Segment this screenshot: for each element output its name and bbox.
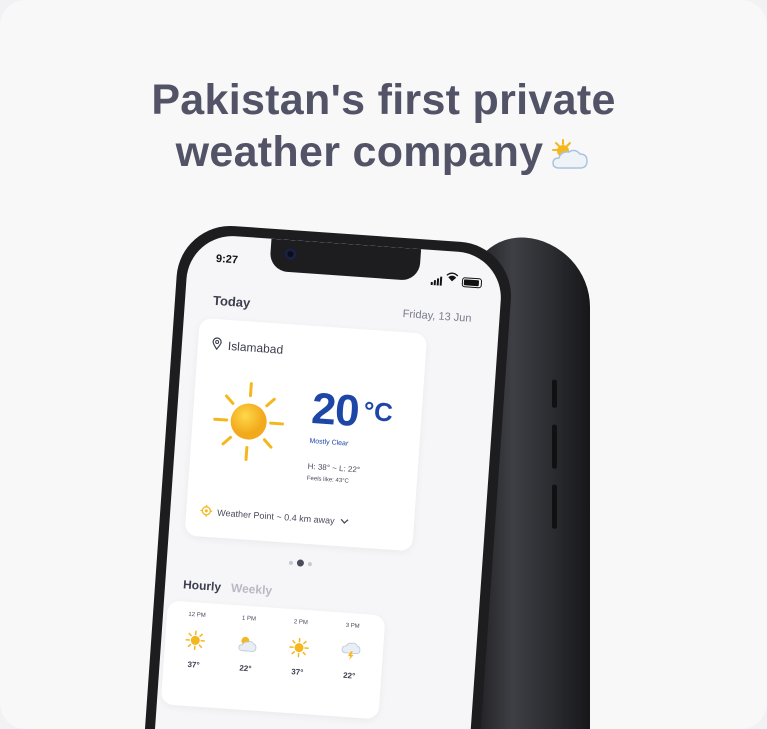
storm-icon bbox=[340, 641, 361, 662]
volume-up-button bbox=[552, 424, 557, 469]
wifi-icon bbox=[446, 268, 459, 287]
headline-line-2-wrap: weather company bbox=[0, 126, 767, 184]
hour-temp: 22° bbox=[239, 663, 252, 674]
headline-line-2: weather company bbox=[175, 128, 544, 176]
status-icons bbox=[430, 267, 483, 289]
hour-time: 12 PM bbox=[188, 611, 206, 620]
chevron-down-icon bbox=[339, 516, 349, 527]
hourly-forecast-card: 12 PM 37° 1 PM 22° 2 PM 37° 3 PM 22° bbox=[160, 600, 386, 720]
today-label: Today bbox=[212, 292, 251, 311]
hour-temp: 37° bbox=[290, 667, 304, 677]
promo-card: Pakistan's first private weather company bbox=[0, 0, 767, 729]
hour-temp: 22° bbox=[342, 670, 356, 681]
camera-icon bbox=[284, 247, 297, 261]
phone: 9:27 Today Friday, 13 Jun Islamabad 20 °… bbox=[144, 222, 515, 729]
pager-dot[interactable] bbox=[307, 561, 313, 566]
pager-dot-active[interactable] bbox=[296, 559, 305, 567]
cloud-sun-icon bbox=[236, 633, 257, 654]
location[interactable]: Islamabad bbox=[211, 337, 284, 358]
weather-point-selector[interactable]: Weather Point ~ 0.4 km away bbox=[200, 504, 349, 528]
pager-dots[interactable] bbox=[288, 559, 313, 568]
notch bbox=[269, 238, 422, 282]
hourly-item[interactable]: 1 PM 22° bbox=[223, 615, 271, 675]
date-label: Friday, 13 Jun bbox=[402, 308, 472, 325]
location-name: Islamabad bbox=[227, 338, 284, 357]
tab-weekly[interactable]: Weekly bbox=[231, 581, 273, 598]
sun-icon bbox=[288, 637, 309, 658]
temperature-unit: °C bbox=[362, 395, 394, 428]
temperature-value: 20 bbox=[310, 383, 361, 437]
hourly-item[interactable]: 3 PM 22° bbox=[327, 622, 375, 682]
target-icon bbox=[200, 504, 213, 519]
hour-temp: 37° bbox=[187, 659, 200, 670]
signal-icon bbox=[430, 276, 443, 286]
hour-time: 2 PM bbox=[293, 619, 308, 627]
status-time: 9:27 bbox=[215, 252, 239, 267]
headline: Pakistan's first private weather company bbox=[0, 74, 767, 184]
headline-line-1: Pakistan's first private bbox=[151, 76, 616, 124]
sun-behind-cloud-icon bbox=[549, 132, 591, 184]
side-button bbox=[552, 379, 557, 408]
battery-icon bbox=[461, 277, 483, 289]
high-low: H: 38° ~ L: 22° bbox=[307, 461, 361, 475]
hourly-item[interactable]: 2 PM 37° bbox=[275, 618, 323, 678]
sun-icon bbox=[185, 630, 206, 651]
hour-time: 1 PM bbox=[241, 615, 257, 623]
sun-icon bbox=[210, 379, 288, 469]
current-weather-card[interactable]: Islamabad 20 °C Mostly Clear H: 38° ~ L:… bbox=[184, 317, 428, 552]
phone-screen: 9:27 Today Friday, 13 Jun Islamabad 20 °… bbox=[154, 232, 504, 729]
feels-like: Feels like: 43°C bbox=[306, 475, 350, 485]
condition-text: Mostly Clear bbox=[309, 437, 349, 448]
tab-hourly[interactable]: Hourly bbox=[183, 577, 222, 594]
location-pin-icon bbox=[211, 337, 222, 354]
pager-dot[interactable] bbox=[288, 560, 294, 565]
weather-point-label: Weather Point ~ 0.4 km away bbox=[216, 507, 335, 526]
hourly-item[interactable]: 12 PM 37° bbox=[171, 611, 219, 671]
volume-down-button bbox=[552, 484, 557, 529]
hour-time: 3 PM bbox=[345, 622, 360, 630]
